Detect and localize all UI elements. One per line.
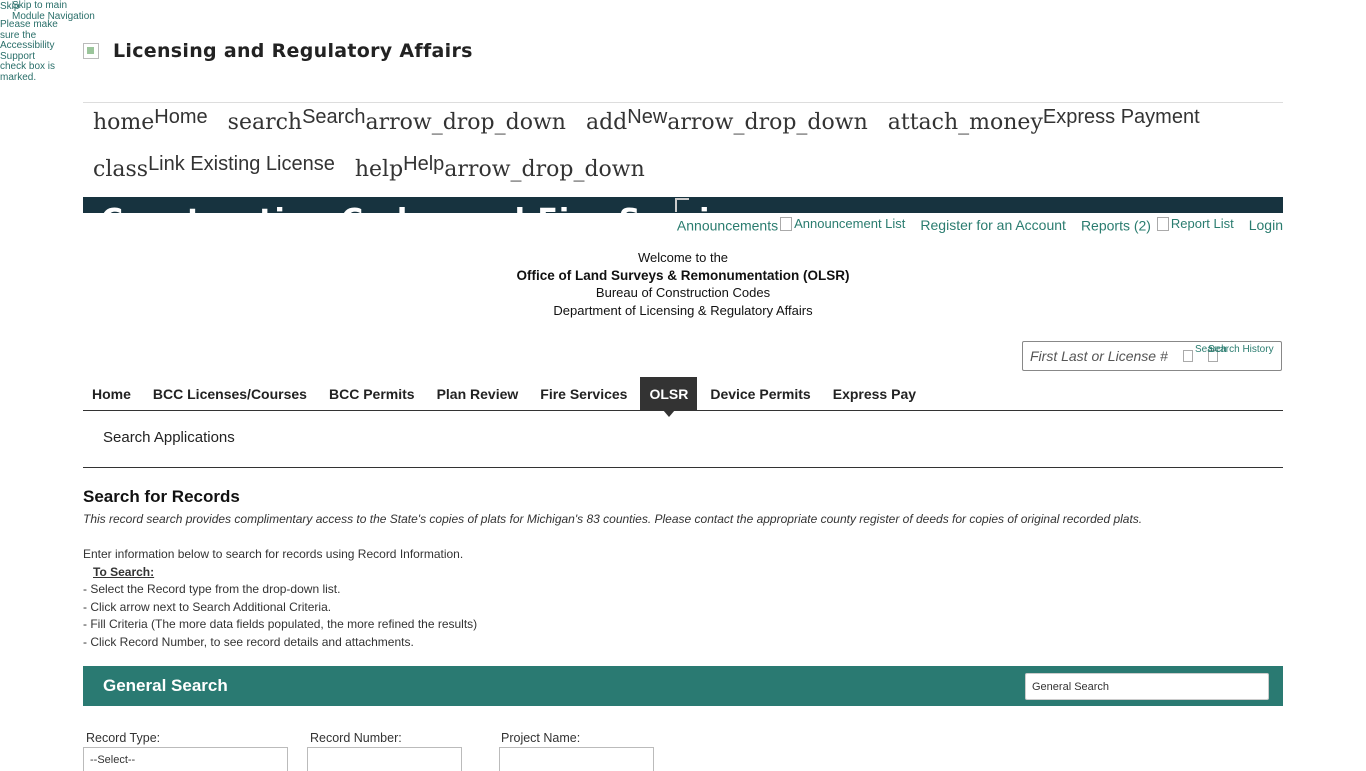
utility-links: Announcements Announcement List Register … [662, 216, 1283, 234]
tab-plan-review[interactable]: Plan Review [428, 377, 528, 410]
instructions-intro: Enter information below to search for re… [83, 547, 464, 561]
main-navigation: home Home search Search arrow_drop_down … [93, 106, 1283, 204]
header-divider [83, 102, 1283, 103]
welcome-line-1: Welcome to the [637, 250, 729, 265]
global-search-input[interactable] [1028, 347, 1183, 365]
record-number-input[interactable] [307, 747, 462, 771]
chevron-down-icon: arrow_drop_down [444, 157, 645, 182]
skip-to-main-link[interactable]: Skip to main [12, 0, 67, 11]
record-number-field: Record Number: [307, 731, 462, 771]
project-name-input[interactable] [499, 747, 654, 771]
tab-olsr[interactable]: OLSR [640, 377, 698, 417]
welcome-bureau: Bureau of Construction Codes [595, 285, 771, 301]
welcome-department: Department of Licensing & Regulatory Aff… [553, 302, 813, 318]
main-nav-home[interactable]: home Home [93, 106, 208, 135]
add-icon: add [585, 110, 628, 135]
general-search-bar: General Search General Search [83, 666, 1283, 706]
banner-image-icon [675, 198, 689, 212]
instruction-step: - Fill Criteria (The more data fields po… [83, 617, 478, 631]
main-nav-label: Express Payment [1042, 106, 1200, 128]
main-nav-label: Help [403, 153, 445, 175]
subnav-divider [83, 467, 1283, 468]
class-icon: class [93, 157, 149, 182]
tab-bcc-permits[interactable]: BCC Permits [320, 377, 424, 410]
page-header: Search for Records This record search pr… [83, 487, 1283, 526]
welcome-message: Welcome to the Office of Land Surveys & … [83, 249, 1283, 319]
tab-device-permits[interactable]: Device Permits [701, 377, 819, 410]
search-icon: search [227, 110, 303, 135]
accessibility-note: Please make sure the Accessibility Suppo… [0, 19, 58, 83]
home-icon: home [93, 110, 155, 135]
login-link[interactable]: Login [1249, 217, 1283, 233]
record-type-label: Record Type: [86, 731, 161, 745]
announcement-list-icon: Announcement List [780, 216, 905, 231]
banner-text: Construction Codes and Fire Services [101, 203, 769, 213]
state-logo-icon [83, 43, 99, 59]
global-search-buttons: Search Search History [1183, 344, 1274, 362]
main-nav-help[interactable]: help Help arrow_drop_down [354, 153, 645, 182]
search-instructions: Enter information below to search for re… [83, 546, 477, 651]
main-nav-express-payment[interactable]: attach_money Express Payment [887, 106, 1200, 135]
instruction-step: - Select the Record type from the drop-d… [83, 582, 341, 596]
instruction-step: - Click Record Number, to see record det… [83, 634, 414, 649]
main-nav-label: New [627, 106, 668, 128]
report-list-icon: Report List [1156, 216, 1234, 231]
welcome-office-name: Office of Land Surveys & Remonumentation… [516, 267, 850, 283]
search-icon[interactable] [1183, 350, 1193, 362]
money-icon: attach_money [887, 110, 1043, 135]
tab-fire-services[interactable]: Fire Services [531, 377, 636, 410]
agency-banner: Construction Codes and Fire Services [83, 197, 1283, 213]
search-type-select[interactable]: General Search [1025, 673, 1269, 700]
main-nav-label: Home [154, 106, 208, 128]
module-tabs: Home BCC Licenses/Courses BCC Permits Pl… [83, 377, 1283, 417]
reports-link[interactable]: Reports (2) Report List [1081, 216, 1234, 234]
chevron-down-icon: arrow_drop_down [365, 110, 566, 135]
search-history-alt: Search History [1208, 344, 1274, 355]
search-applications-link[interactable]: Search Applications [103, 429, 235, 446]
main-nav-search[interactable]: search Search arrow_drop_down [227, 106, 566, 135]
tab-home[interactable]: Home [83, 377, 140, 410]
record-type-field: Record Type: --Select-- [83, 731, 288, 771]
project-name-label: Project Name: [501, 731, 581, 745]
to-search-heading: To Search: [93, 564, 155, 579]
help-icon: help [354, 157, 404, 182]
record-number-label: Record Number: [310, 731, 402, 745]
main-nav-label: Link Existing License [148, 153, 335, 175]
announcement-list-alt: Announcement List [794, 216, 906, 231]
main-nav-link-license[interactable]: class Link Existing License [93, 153, 335, 182]
page-description: This record search provides complimentar… [83, 512, 1143, 526]
site-brand: Licensing and Regulatory Affairs [83, 40, 473, 62]
instruction-step: - Click arrow next to Search Additional … [83, 599, 332, 614]
tab-bcc-licenses-courses[interactable]: BCC Licenses/Courses [144, 377, 316, 410]
main-nav-new[interactable]: add New arrow_drop_down [585, 106, 868, 135]
global-search-box: Search Search History [1022, 341, 1282, 371]
tab-express-pay[interactable]: Express Pay [824, 377, 925, 410]
general-search-title: General Search [103, 676, 228, 695]
main-nav-row-1: home Home search Search arrow_drop_down … [93, 106, 1283, 157]
page-title: Search for Records [83, 487, 240, 506]
report-list-alt: Report List [1170, 216, 1234, 231]
chevron-down-icon: arrow_drop_down [667, 110, 868, 135]
announcements-label: Announcements [676, 217, 779, 234]
announcements-link[interactable]: Announcements Announcement List [677, 216, 905, 234]
reports-label: Reports (2) [1080, 217, 1151, 234]
project-name-field: Project Name: [499, 731, 654, 771]
register-account-link[interactable]: Register for an Account [920, 217, 1066, 233]
record-type-select[interactable]: --Select-- [83, 747, 288, 771]
site-title: Licensing and Regulatory Affairs [113, 40, 473, 62]
main-nav-label: Search [302, 106, 366, 128]
